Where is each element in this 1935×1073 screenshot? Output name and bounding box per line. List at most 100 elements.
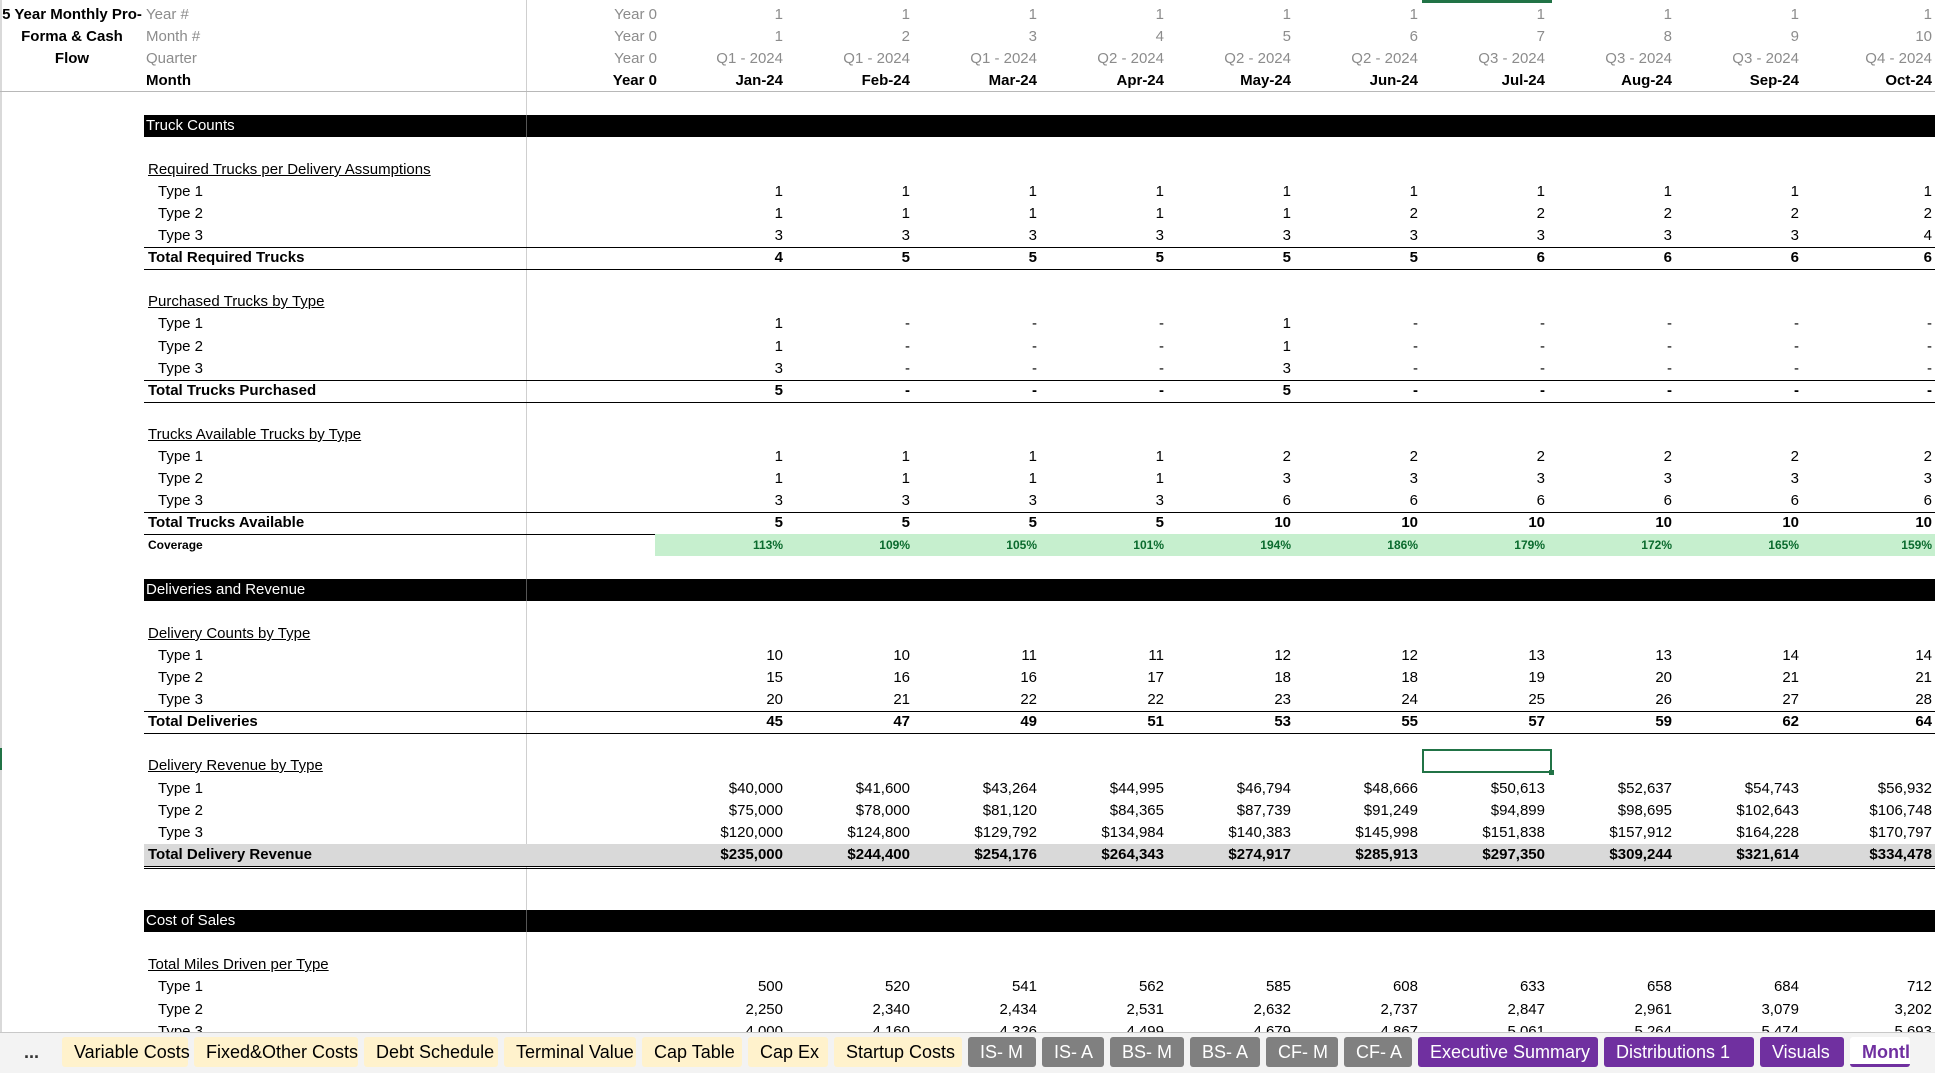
cell[interactable]: 62 xyxy=(1679,711,1799,733)
cell[interactable]: 5 xyxy=(790,512,910,534)
cell[interactable]: $297,350 xyxy=(1425,844,1545,866)
cell[interactable]: 2,847 xyxy=(1425,999,1545,1021)
cell[interactable]: 12 xyxy=(1298,645,1418,667)
cell[interactable]: 17 xyxy=(1044,667,1164,689)
data-row-label[interactable]: Type 2 xyxy=(158,800,203,822)
cell[interactable]: 14 xyxy=(1812,645,1932,667)
cell[interactable] xyxy=(537,225,657,247)
cell[interactable]: 4,160 xyxy=(790,1021,910,1032)
cell[interactable]: - xyxy=(1812,358,1932,380)
cell[interactable]: 608 xyxy=(1298,976,1418,998)
cell[interactable]: $40,000 xyxy=(663,778,783,800)
cell[interactable]: - xyxy=(917,358,1037,380)
cell[interactable]: Q3 - 2024 xyxy=(1552,48,1672,70)
selected-cell[interactable] xyxy=(1422,749,1554,775)
cell[interactable]: 6 xyxy=(1171,490,1291,512)
cell[interactable]: 18 xyxy=(1171,667,1291,689)
sheet-tab[interactable]: Variable Costs xyxy=(62,1037,190,1067)
data-row-label[interactable]: Type 2 xyxy=(158,999,203,1021)
cell[interactable]: Q1 - 2024 xyxy=(663,48,783,70)
cell[interactable]: 4,499 xyxy=(1044,1021,1164,1032)
cell[interactable]: 25 xyxy=(1425,689,1545,711)
cell[interactable]: 2 xyxy=(1812,203,1932,225)
cell[interactable]: $102,643 xyxy=(1679,800,1799,822)
cell[interactable]: 541 xyxy=(917,976,1037,998)
cell[interactable]: - xyxy=(790,336,910,358)
cell[interactable]: 5,693 xyxy=(1812,1021,1932,1032)
cell[interactable]: Jan-24 xyxy=(663,70,783,92)
cell[interactable]: - xyxy=(1298,380,1418,402)
total-row-label[interactable]: Total Deliveries xyxy=(148,711,258,733)
cell[interactable]: 7 xyxy=(1425,26,1545,48)
cell[interactable]: 1 xyxy=(1044,468,1164,490)
cell[interactable]: Year 0 xyxy=(537,4,657,26)
cell[interactable]: - xyxy=(1044,313,1164,335)
cell[interactable]: 5 xyxy=(1044,247,1164,269)
cell[interactable]: Apr-24 xyxy=(1044,70,1164,92)
cell[interactable]: 1 xyxy=(917,4,1037,26)
cell[interactable]: $56,932 xyxy=(1812,778,1932,800)
cell[interactable]: 2,632 xyxy=(1171,999,1291,1021)
cell[interactable]: 5 xyxy=(1044,512,1164,534)
sheet-tab[interactable]: BS- A xyxy=(1190,1037,1260,1067)
cell[interactable]: 3 xyxy=(1812,468,1932,490)
cell[interactable]: 51 xyxy=(1044,711,1164,733)
cell[interactable]: Q1 - 2024 xyxy=(790,48,910,70)
cell[interactable]: 5 xyxy=(917,247,1037,269)
cell[interactable]: 11 xyxy=(1044,645,1164,667)
cell[interactable]: 26 xyxy=(1552,689,1672,711)
cell[interactable]: 1 xyxy=(1044,4,1164,26)
cell[interactable]: 1 xyxy=(917,446,1037,468)
cell[interactable]: - xyxy=(790,358,910,380)
cell[interactable]: 45 xyxy=(663,711,783,733)
cell[interactable]: 55 xyxy=(1298,711,1418,733)
cell[interactable]: 4 xyxy=(1044,26,1164,48)
cell[interactable]: - xyxy=(1298,358,1418,380)
data-row-label[interactable]: Type 2 xyxy=(158,468,203,490)
cell[interactable]: 179% xyxy=(1425,534,1545,556)
cell[interactable]: 6 xyxy=(1425,490,1545,512)
cell[interactable]: 1 xyxy=(1552,4,1672,26)
cell[interactable]: 4,679 xyxy=(1171,1021,1291,1032)
cell[interactable] xyxy=(537,247,657,269)
data-row-label[interactable]: Type 2 xyxy=(158,667,203,689)
cell[interactable]: $157,912 xyxy=(1552,822,1672,844)
cell[interactable]: 21 xyxy=(1679,667,1799,689)
cell[interactable]: 2 xyxy=(1171,446,1291,468)
cell[interactable] xyxy=(537,336,657,358)
cell[interactable]: $52,637 xyxy=(1552,778,1672,800)
cell[interactable]: 5,264 xyxy=(1552,1021,1672,1032)
cell[interactable]: 105% xyxy=(917,534,1037,556)
cell[interactable]: 113% xyxy=(663,534,783,556)
cell[interactable]: 3 xyxy=(1679,225,1799,247)
cell[interactable]: 47 xyxy=(790,711,910,733)
cell[interactable]: $94,899 xyxy=(1425,800,1545,822)
cell[interactable]: $43,264 xyxy=(917,778,1037,800)
cell[interactable]: 6 xyxy=(1679,490,1799,512)
cell[interactable]: 1 xyxy=(1298,181,1418,203)
cell[interactable]: 16 xyxy=(790,667,910,689)
cell[interactable]: 9 xyxy=(1679,26,1799,48)
cell[interactable]: 10 xyxy=(1425,512,1545,534)
cell[interactable]: $81,120 xyxy=(917,800,1037,822)
cell[interactable]: 562 xyxy=(1044,976,1164,998)
cell[interactable]: $309,244 xyxy=(1552,844,1672,866)
cell[interactable] xyxy=(537,999,657,1021)
cell[interactable]: 10 xyxy=(663,645,783,667)
cell[interactable]: 1 xyxy=(1298,4,1418,26)
cell[interactable]: 3 xyxy=(790,490,910,512)
cell[interactable]: 6 xyxy=(1552,247,1672,269)
cell[interactable]: 1 xyxy=(663,203,783,225)
cell[interactable]: $98,695 xyxy=(1552,800,1672,822)
cell[interactable]: Q2 - 2024 xyxy=(1044,48,1164,70)
cell[interactable]: 684 xyxy=(1679,976,1799,998)
cell[interactable]: 20 xyxy=(1552,667,1672,689)
cell[interactable]: - xyxy=(1425,336,1545,358)
cell[interactable] xyxy=(537,689,657,711)
cell[interactable]: 585 xyxy=(1171,976,1291,998)
cell[interactable]: 1 xyxy=(663,446,783,468)
cell[interactable]: 13 xyxy=(1425,645,1545,667)
cell[interactable]: $264,343 xyxy=(1044,844,1164,866)
cell[interactable]: 5 xyxy=(663,380,783,402)
cell[interactable]: $106,748 xyxy=(1812,800,1932,822)
